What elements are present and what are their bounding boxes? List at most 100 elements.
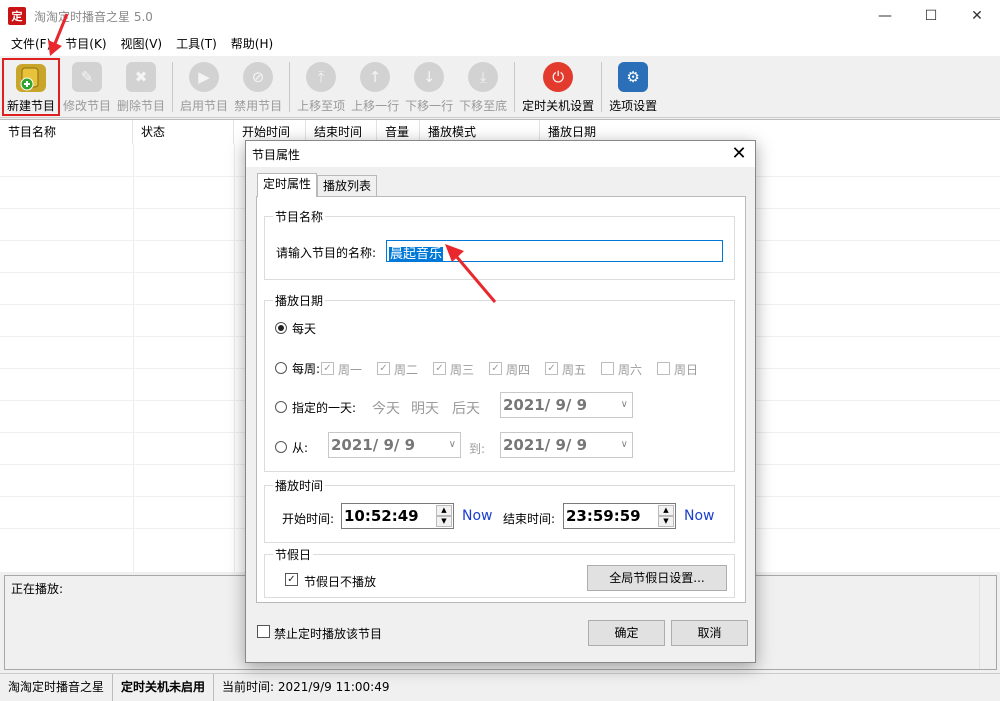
to-date-picker[interactable]: 2021/ 9/ 9 ∨ xyxy=(500,432,633,458)
holiday-settings-button[interactable]: 全局节假日设置... xyxy=(587,565,727,591)
tab-playlist[interactable]: 播放列表 xyxy=(317,175,378,197)
column-header-status[interactable]: 状态 xyxy=(133,120,234,144)
app-icon: 定 xyxy=(8,7,26,25)
column-header-name[interactable]: 节目名称 xyxy=(0,120,133,144)
dialog-close-icon[interactable]: ✕ xyxy=(729,143,749,164)
end-time-spinner[interactable]: ▲ ▼ xyxy=(658,505,674,527)
maximize-button[interactable]: ☐ xyxy=(908,0,954,32)
scrollbar[interactable] xyxy=(979,576,996,669)
start-time-spinner[interactable]: ▲ ▼ xyxy=(436,505,452,527)
toolbar: 新建节目 ✎ 修改节目 ✖ 删除节目 ▶ 启用节目 ⊘ 禁用节目 ⤒ 上移至项 … xyxy=(0,56,1000,118)
window-title: 淘淘定时播音之星 5.0 xyxy=(34,9,153,24)
start-time-input[interactable]: 10:52:49 ▲ ▼ xyxy=(341,503,454,529)
weekday-checkbox[interactable]: ✓ xyxy=(321,362,334,375)
end-time-input[interactable]: 23:59:59 ▲ ▼ xyxy=(563,503,676,529)
date-group: 播放日期 每天 每周: 指定的一天: 今天 明天 后天 2021/ 9/ 9 ∨… xyxy=(264,292,735,472)
enable-program-button[interactable]: ▶ 启用节目 xyxy=(177,58,231,116)
edit-program-button[interactable]: ✎ 修改节目 xyxy=(60,58,114,116)
today-link[interactable]: 今天 xyxy=(372,398,400,418)
end-now-link[interactable]: Now xyxy=(684,508,715,524)
disable-timer-label: 禁止定时播放该节目 xyxy=(274,627,383,641)
disable-icon: ⊘ xyxy=(243,62,274,92)
tab-timing[interactable]: 定时属性 xyxy=(257,173,318,197)
menu-view[interactable]: 视图(V) xyxy=(114,32,170,56)
tomorrow-link[interactable]: 明天 xyxy=(411,398,439,418)
move-top-button[interactable]: ⤒ 上移至项 xyxy=(294,58,348,116)
options-label: 选项设置 xyxy=(609,99,658,113)
weekday-checkbox[interactable] xyxy=(657,362,670,375)
weekday-label: 周一 xyxy=(338,363,363,377)
spin-up-icon[interactable]: ▲ xyxy=(658,505,674,516)
enable-program-label: 启用节目 xyxy=(180,99,229,113)
edit-program-label: 修改节目 xyxy=(63,99,112,113)
name-group-title: 节目名称 xyxy=(273,208,326,225)
new-program-button[interactable]: 新建节目 xyxy=(2,58,61,116)
spin-up-icon[interactable]: ▲ xyxy=(436,505,452,516)
chevron-down-icon: ∨ xyxy=(448,439,456,450)
radio-specific-day[interactable] xyxy=(275,401,287,413)
weekday-checkbox[interactable]: ✓ xyxy=(545,362,558,375)
minimize-button[interactable]: — xyxy=(862,0,908,32)
weekday-label: 周六 xyxy=(618,363,643,377)
menu-tools[interactable]: 工具(T) xyxy=(169,32,224,56)
start-now-link[interactable]: Now xyxy=(462,508,493,524)
toolbar-separator xyxy=(514,62,516,112)
from-label: 从: xyxy=(292,441,309,455)
everyday-label: 每天 xyxy=(292,322,317,336)
menu-bar: 文件(F) 节目(K) 视图(V) 工具(T) 帮助(H) xyxy=(0,32,1000,56)
move-down-label: 下移一行 xyxy=(405,99,454,113)
radio-everyday[interactable] xyxy=(275,322,287,334)
menu-help[interactable]: 帮助(H) xyxy=(224,32,280,56)
chevron-down-icon: ∨ xyxy=(620,399,628,410)
disable-program-label: 禁用节目 xyxy=(234,99,283,113)
specific-date-picker[interactable]: 2021/ 9/ 9 ∨ xyxy=(500,392,633,418)
toolbar-separator xyxy=(172,62,174,112)
move-bottom-label: 下移至底 xyxy=(459,99,508,113)
edit-icon: ✎ xyxy=(72,62,103,92)
move-top-label: 上移至项 xyxy=(297,99,346,113)
new-program-label: 新建节目 xyxy=(7,99,56,113)
dialog-title-bar: 节目属性 ✕ xyxy=(246,141,755,167)
arrow-down-icon: ↓ xyxy=(414,62,445,92)
play-icon: ▶ xyxy=(189,62,220,92)
radio-range[interactable] xyxy=(275,441,287,453)
program-properties-dialog: 节目属性 ✕ 定时属性 播放列表 节目名称 请输入节目的名称: 晨起音乐 播放日… xyxy=(245,140,756,663)
status-app-name: 淘淘定时播音之星 xyxy=(0,673,114,701)
delete-program-button[interactable]: ✖ 删除节目 xyxy=(114,58,168,116)
shutdown-settings-button[interactable]: ⏻ 定时关机设置 xyxy=(519,58,597,116)
move-down-button[interactable]: ↓ 下移一行 xyxy=(402,58,456,116)
name-group: 节目名称 请输入节目的名称: 晨起音乐 xyxy=(264,208,735,280)
name-field-label: 请输入节目的名称: xyxy=(276,246,377,260)
weekday-checkbox[interactable] xyxy=(601,362,614,375)
weekday-checkbox[interactable]: ✓ xyxy=(433,362,446,375)
move-up-button[interactable]: ↑ 上移一行 xyxy=(348,58,402,116)
menu-file[interactable]: 文件(F) xyxy=(4,32,58,56)
specific-day-label: 指定的一天: xyxy=(292,401,357,415)
weekday-checkbox[interactable]: ✓ xyxy=(377,362,390,375)
options-button[interactable]: ⚙ 选项设置 xyxy=(606,58,660,116)
program-name-input[interactable]: 晨起音乐 xyxy=(386,240,723,262)
move-up-label: 上移一行 xyxy=(351,99,400,113)
holiday-no-play-checkbox[interactable]: ✓ xyxy=(285,573,298,586)
spin-down-icon[interactable]: ▼ xyxy=(436,516,452,527)
close-button[interactable]: ✕ xyxy=(954,0,1000,32)
holiday-group: 节假日 ✓ 节假日不播放 全局节假日设置... xyxy=(264,546,735,598)
weekday-checkbox[interactable]: ✓ xyxy=(489,362,502,375)
disable-program-button[interactable]: ⊘ 禁用节目 xyxy=(231,58,285,116)
move-bottom-button[interactable]: ⤓ 下移至底 xyxy=(456,58,510,116)
delete-program-label: 删除节目 xyxy=(117,99,166,113)
dialog-title: 节目属性 xyxy=(252,148,301,162)
new-program-icon xyxy=(16,64,46,92)
day-after-link[interactable]: 后天 xyxy=(452,398,480,418)
program-name-value: 晨起音乐 xyxy=(389,247,444,262)
from-date-picker[interactable]: 2021/ 9/ 9 ∨ xyxy=(328,432,461,458)
menu-program[interactable]: 节目(K) xyxy=(58,32,113,56)
cancel-button[interactable]: 取消 xyxy=(671,620,748,646)
disable-timer-checkbox[interactable] xyxy=(257,625,270,638)
chevron-down-icon: ∨ xyxy=(620,439,628,450)
radio-weekly[interactable] xyxy=(275,362,287,374)
shutdown-settings-label: 定时关机设置 xyxy=(522,99,595,113)
spin-down-icon[interactable]: ▼ xyxy=(658,516,674,527)
time-group-title: 播放时间 xyxy=(273,477,326,494)
ok-button[interactable]: 确定 xyxy=(588,620,665,646)
